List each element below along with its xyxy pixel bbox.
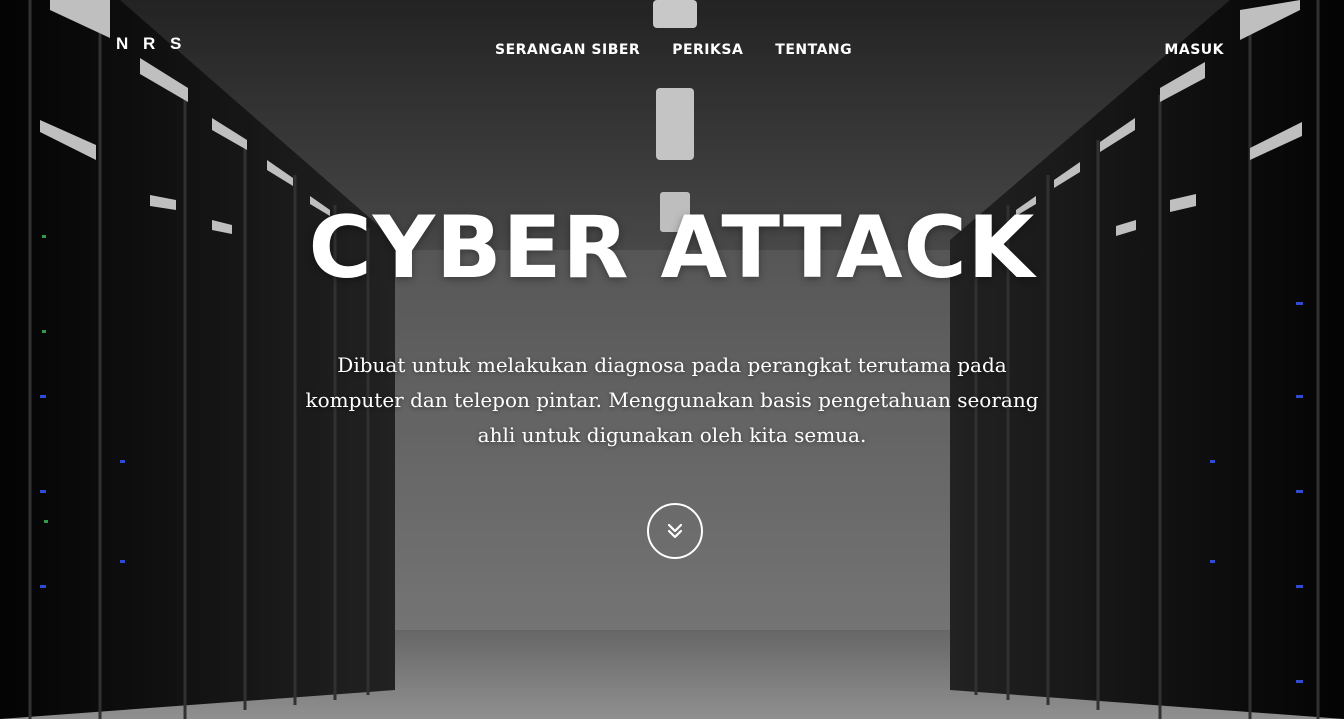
nav-link-serangan-siber[interactable]: SERANGAN SIBER xyxy=(495,42,640,58)
double-chevron-down-icon xyxy=(667,523,683,539)
hero-section: N R S SERANGAN SIBER PERIKSA TENTANG MAS… xyxy=(0,0,1344,719)
nav-link-tentang[interactable]: TENTANG xyxy=(775,42,852,58)
main-menu: SERANGAN SIBER PERIKSA TENTANG xyxy=(495,42,852,58)
nav-link-periksa[interactable]: PERIKSA xyxy=(672,42,743,58)
hero-title: CYBER ATTACK xyxy=(308,198,1036,298)
top-navigation: N R S SERANGAN SIBER PERIKSA TENTANG MAS… xyxy=(0,0,1344,100)
hero-description: Dibuat untuk melakukan diagnosa pada per… xyxy=(305,353,1039,447)
scroll-down-button[interactable] xyxy=(647,503,703,559)
login-link[interactable]: MASUK xyxy=(1164,42,1224,58)
site-logo[interactable]: N R S xyxy=(116,34,186,54)
